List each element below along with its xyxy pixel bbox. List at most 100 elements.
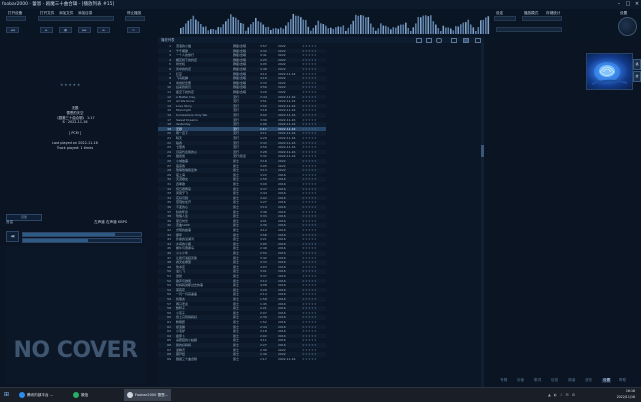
side-button-play[interactable]: 播 [633,59,641,70]
tray-icons[interactable]: ▲ ◐ ♪ ✉ ⚙ [548,389,576,401]
play-button[interactable]: ▶ [40,27,53,33]
right-tab[interactable]: 频谱 [568,378,575,383]
minimize-button[interactable]: – [615,0,623,9]
spectrum-bar [320,23,322,34]
spectrum-visualizer [180,13,490,34]
album-cover: NO COVER [6,246,145,384]
start-button[interactable]: ⊞ [4,389,9,401]
spectrum-bar [282,28,285,34]
system-clock[interactable]: 16:16 2022/11/16 [617,389,635,400]
playlist-row[interactable]: 69 剧魔三十曲合辑 爵士 1:17 2022-11-16 ★★★★★ [158,357,326,362]
rose-artwork [591,62,628,85]
spectrum-bar [435,24,437,34]
file-actions-field[interactable] [38,16,114,21]
track-rating-cell: ★★★★★ [302,356,317,361]
spectrum-bar [212,28,215,34]
spectrum-bar [362,15,365,34]
next-button[interactable]: ▶▶ [78,27,91,33]
mode-field[interactable] [522,16,562,21]
spectrum-bar [250,24,252,34]
playlist[interactable]: 1 流浪的小猫 群星/合唱 3:57 2022 ★★★★★ 2 千千阙歌 群星/合唱 4:32 20… [158,43,484,387]
track-title-cell: 剧魔三十曲合辑 [176,356,198,361]
spectrum-bar [310,30,312,34]
spectrum-bar [187,20,190,34]
scrollbar-thumb[interactable] [481,145,484,157]
volume-knob[interactable] [618,17,637,36]
spectrum-bar [365,17,367,34]
spectrum-bar [455,26,457,34]
spectrum-bar [420,17,422,34]
spectrum-bar [345,30,347,34]
spectrum-bar [477,27,480,34]
spectrum-bar [370,23,372,34]
spectrum-bar [195,19,197,34]
prev-button[interactable]: ◀◀ [6,27,19,33]
taskbar-app-label: Foobar2000 蕾恩... [135,393,169,397]
spectrum-bar [290,19,292,34]
close-button[interactable]: × [633,0,641,9]
right-tab[interactable]: 波形 [585,378,592,383]
spectrum-bar [295,15,297,34]
seek-bar[interactable] [22,232,142,237]
spectrum-bar [417,16,420,34]
side-button-list[interactable]: 放 [633,71,641,82]
spectrum-bar [402,24,405,34]
right-tab[interactable]: 帮助 [619,378,626,383]
right-tab[interactable]: 信息 [551,378,558,383]
spectrum-bar [425,15,427,34]
taskbar-app[interactable]: 微信 [70,389,91,401]
right-tab[interactable]: 设置 [602,378,612,383]
app-icon [73,392,79,398]
mute-button[interactable]: ◀▮ [6,231,19,242]
playlist-scrollbar[interactable] [481,43,484,387]
volume-slider[interactable] [22,238,142,243]
spectrum-bar [395,27,397,34]
track-rating[interactable]: ★★★★★ [60,82,81,87]
spectrum-bar [375,30,377,34]
shuffle-button[interactable]: ⇆ [127,27,140,33]
play-count: Track played: 1 times [56,146,94,150]
spectrum-bar [190,19,192,34]
spectrum-bar [307,26,310,34]
spectrum-bar [230,14,232,34]
spectrum-bar [260,22,262,34]
spectrum-bar [232,16,235,34]
spectrum-bar [215,29,217,34]
track-date: 8 · 2022-11-16 [62,120,88,124]
search-box[interactable] [496,27,562,32]
spectrum-bar [207,30,210,34]
right-tab[interactable]: 歌词 [534,378,541,383]
spectrum-bar [410,30,412,34]
spectrum-bar [390,29,392,34]
taskbar-app[interactable]: Foobar2000 蕾恩... [124,389,172,401]
window-title: foobar2000 · 蕾恩 - 剧魔三十曲合辑 - [播放列表 #15] [2,2,115,7]
right-tab[interactable]: 封面 [517,378,524,383]
spectrum-bar [412,27,415,34]
track-duration-cell: 1:17 [260,356,267,361]
spectrum-bar [360,15,362,34]
spectrum-bar [387,27,390,34]
spectrum-bar [242,23,245,34]
stop-button[interactable]: ■ [59,27,72,33]
spectrum-bar [405,22,407,34]
spectrum-bar [237,19,240,34]
taskbar-app[interactable]: 腾讯内部平台 ... [16,389,56,401]
track-genre-cell: 爵士 [233,356,240,361]
spectrum-bar [437,27,440,34]
spectrum-bar [182,26,185,34]
spectrum-bar [252,21,255,34]
spectrum-bar [440,30,442,34]
spectrum-bar [342,25,345,34]
stop-field[interactable] [125,16,145,21]
right-tab[interactable]: 专辑 [500,378,507,383]
eject-button[interactable]: ⏏ [97,27,110,33]
spectrum-bar [407,27,410,34]
settings-field[interactable] [494,16,516,21]
spectrum-bar [197,21,200,34]
spectrum-bar [275,28,277,34]
spectrum-bar [460,24,462,34]
options-label[interactable]: 设置 [620,11,627,16]
open-device-field[interactable] [6,16,26,21]
app-icon [19,392,25,398]
maximize-button[interactable]: □ [624,0,632,9]
